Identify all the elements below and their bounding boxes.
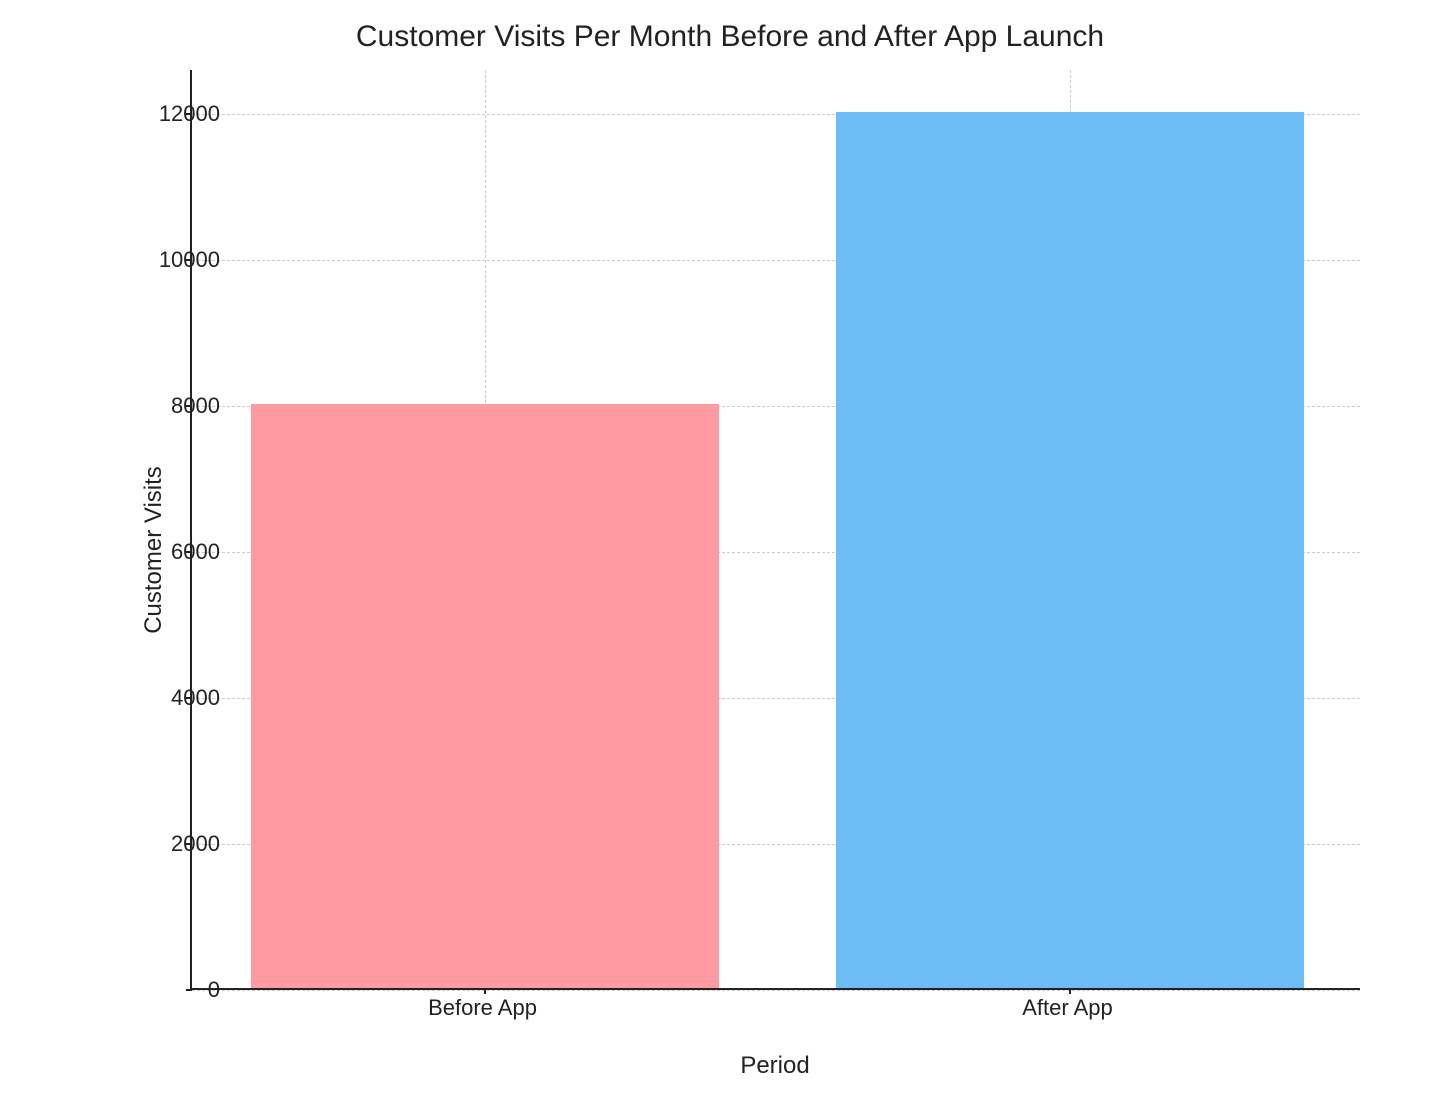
gridline-horizontal: [192, 990, 1360, 991]
y-tick-label: 2000: [120, 831, 220, 857]
x-tick-label: Before App: [428, 995, 537, 1021]
chart-container: Customer Visits Per Month Before and Aft…: [60, 20, 1400, 1080]
bar: [251, 404, 719, 988]
y-tick-label: 6000: [120, 539, 220, 565]
x-tick-mark: [484, 988, 486, 994]
y-tick-label: 0: [120, 977, 220, 1003]
x-axis-label: Period: [190, 1052, 1360, 1080]
x-tick-mark: [1069, 988, 1071, 994]
y-tick-label: 12000: [120, 101, 220, 127]
x-tick-label: After App: [1022, 995, 1113, 1021]
y-tick-label: 10000: [120, 247, 220, 273]
plot-area: [190, 70, 1360, 990]
y-tick-label: 4000: [120, 685, 220, 711]
chart-title: Customer Visits Per Month Before and Aft…: [60, 20, 1400, 54]
y-tick-label: 8000: [120, 393, 220, 419]
bar: [836, 112, 1304, 988]
